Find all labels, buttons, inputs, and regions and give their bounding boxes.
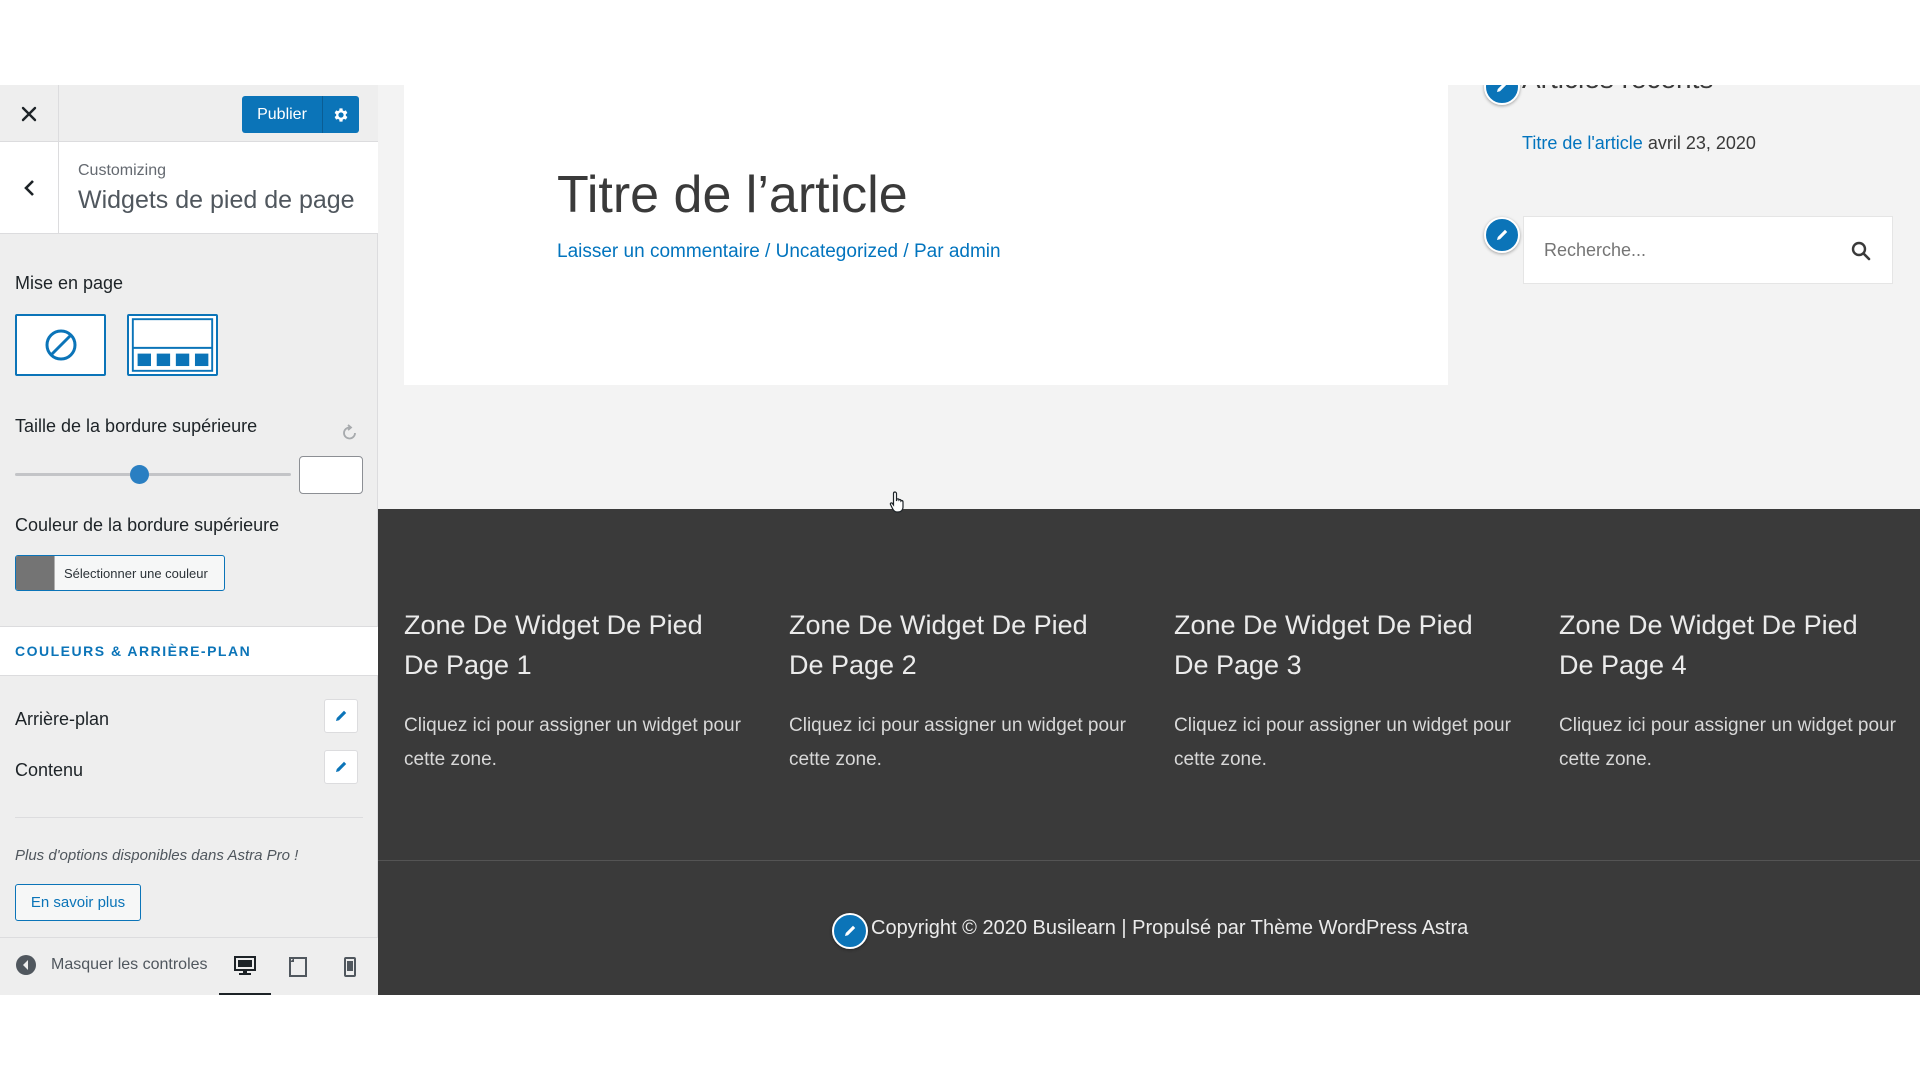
hide-controls-button[interactable]: Masquer les controles [15,954,208,976]
gear-icon [334,107,348,122]
back-button[interactable] [0,142,59,234]
search-input[interactable] [1524,217,1834,283]
astra-pro-notice: Plus d'options disponibles dans Astra Pr… [15,847,299,864]
article-meta: Laisser un commentaire / Uncategorized /… [557,241,1001,263]
border-size-input[interactable] [299,456,363,494]
customizer-window: Publier Customizing Widgets de pied de p… [0,85,1920,995]
divider [15,817,363,818]
layout-option-disabled[interactable] [15,314,106,376]
recent-post-item: Titre de l'article avril 23, 2020 [1522,133,1756,154]
footer-widget-title: Zone De Widget De Pied De Page 3 [1174,610,1473,680]
layout-option-four-columns[interactable] [127,314,218,376]
background-label: Arrière-plan [15,709,110,729]
publish-button[interactable]: Publier [242,96,322,133]
footer-widget-3[interactable]: Zone De Widget De Pied De Page 3 Cliquez… [1174,605,1514,777]
footer-widget-text: Cliquez ici pour assigner un widget pour… [1559,715,1896,770]
footer-widgets-area: Zone De Widget De Pied De Page 1 Cliquez… [378,509,1920,861]
section-title-bar: Customizing Widgets de pied de page [0,142,378,234]
tablet-icon [289,957,307,977]
layout-label: Mise en page [15,273,124,293]
recent-post-link[interactable]: Titre de l'article [1522,133,1643,153]
color-swatch [16,556,55,590]
footer-widget-text: Cliquez ici pour assigner un widget pour… [404,715,741,770]
customizing-label: Customizing [78,162,167,179]
article-card: Titre de l’article Laisser un commentair… [404,85,1448,385]
border-color-label: Couleur de la bordure supérieure [15,515,280,535]
pencil-icon [1497,229,1508,240]
footer-widget-2[interactable]: Zone De Widget De Pied De Page 2 Cliquez… [789,605,1129,777]
device-desktop-button[interactable] [219,938,271,995]
colors-background-heading: COULEURS & ARRIÈRE-PLAN [15,643,252,659]
sidebar-footer: Masquer les controles [0,937,378,995]
four-column-layout-icon [131,318,214,372]
footer-bar: Copyright © 2020 Busilearn | Propulsé pa… [378,861,1920,995]
pencil-icon [1497,85,1507,92]
copyright-edit-shortcut[interactable] [832,913,868,949]
footer-widget-title: Zone De Widget De Pied De Page 1 [404,610,703,680]
device-mobile-button[interactable] [324,938,376,995]
footer-widget-text: Cliquez ici pour assigner un widget pour… [1174,715,1511,770]
meta-separator: / [898,241,914,262]
border-size-slider-thumb[interactable] [129,465,149,484]
close-icon [21,106,37,121]
learn-more-button[interactable]: En savoir plus [15,884,141,921]
color-picker-label: Sélectionner une couleur [64,565,208,581]
recent-posts-edit-shortcut[interactable] [1484,85,1520,105]
search-widget-edit-shortcut[interactable] [1484,217,1520,253]
pencil-icon [336,761,347,772]
footer-widget-title: Zone De Widget De Pied De Page 4 [1559,610,1858,680]
sidebar-header: Publier [0,85,378,142]
category-link[interactable]: Uncategorized [776,241,899,262]
mobile-icon [344,957,356,977]
device-tablet-button[interactable] [272,938,324,995]
border-size-label: Taille de la bordure supérieure [15,416,258,436]
content-edit-button[interactable] [324,750,358,784]
pencil-icon [336,710,347,721]
publish-settings-button[interactable] [322,96,359,133]
collapse-arrow-icon [16,955,36,975]
recent-posts-heading: Articles récents [1522,85,1713,95]
hide-controls-label: Masquer les controles [51,956,208,973]
chevron-left-icon [24,180,34,196]
footer-widget-4[interactable]: Zone De Widget De Pied De Page 4 Cliquez… [1559,605,1899,777]
customizer-sidebar: Publier Customizing Widgets de pied de p… [0,85,378,995]
footer-widget-1[interactable]: Zone De Widget De Pied De Page 1 Cliquez… [404,605,744,777]
recent-post-date: avril 23, 2020 [1642,133,1756,153]
border-color-picker-button[interactable]: Sélectionner une couleur [15,555,225,591]
meta-separator: / [759,241,776,262]
colors-background-section: COULEURS & ARRIÈRE-PLAN [0,626,378,676]
search-icon[interactable] [1849,239,1873,263]
article-title: Titre de l’article [557,166,908,224]
publish-group: Publier [242,96,359,133]
pencil-icon [845,925,856,936]
comment-link[interactable]: Laisser un commentaire [557,241,760,262]
search-widget [1523,216,1893,284]
no-widgets-icon [45,329,76,361]
desktop-icon [234,955,256,975]
content-label: Contenu [15,760,84,780]
footer-widget-text: Cliquez ici pour assigner un widget pour… [789,715,1126,770]
background-edit-button[interactable] [324,699,358,733]
site-preview: Titre de l’article Laisser un commentair… [378,85,1920,995]
footer-widget-title: Zone De Widget De Pied De Page 2 [789,610,1088,680]
author-link[interactable]: Par admin [914,241,1001,262]
reset-icon[interactable] [340,423,360,443]
close-customizer-button[interactable] [0,85,59,142]
hand-cursor-icon [889,491,904,513]
border-size-slider-track[interactable] [15,473,291,476]
section-title: Widgets de pied de page [78,186,355,214]
copyright-text: Copyright © 2020 Busilearn | Propulsé pa… [871,917,1469,939]
